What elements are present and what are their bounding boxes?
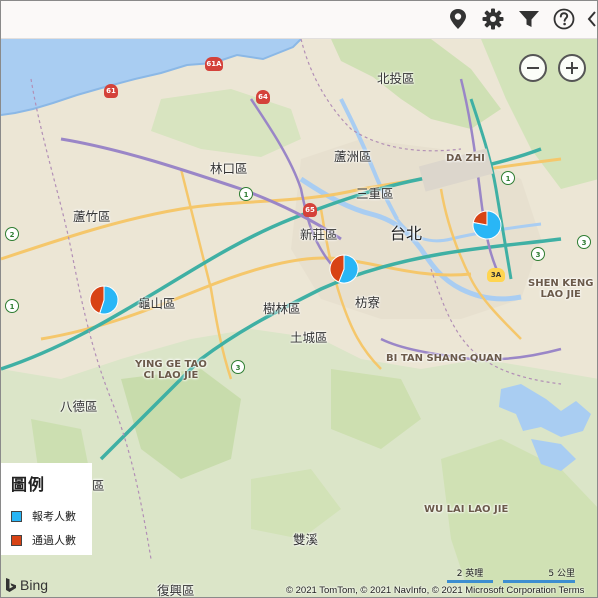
route-shield: 2 xyxy=(5,227,19,241)
place-label: BI TAN SHANG QUAN xyxy=(386,353,503,364)
place-label: 三重區 xyxy=(356,186,394,201)
legend-swatch xyxy=(11,510,22,522)
legend-item-applicants[interactable]: 報考人數 xyxy=(11,504,92,528)
scale-km: 5 公里 xyxy=(503,566,575,583)
route-shield: 3 xyxy=(231,360,245,374)
place-label: 林口區 xyxy=(210,161,248,176)
minus-icon xyxy=(527,67,539,69)
place-label: 八德區 xyxy=(60,399,98,414)
route-shield: 61A xyxy=(205,57,223,71)
route-shield: 3A xyxy=(487,268,505,282)
legend-label: 通過人數 xyxy=(32,534,76,547)
route-shield: 1 xyxy=(501,171,515,185)
route-shield: 1 xyxy=(5,299,19,313)
bing-wordmark: Bing xyxy=(20,577,49,593)
route-shield: 65 xyxy=(303,203,317,217)
copyright-text[interactable]: © 2021 TomTom, © 2021 NavInfo, © 2021 Mi… xyxy=(286,585,584,596)
filter-icon[interactable] xyxy=(517,7,541,31)
place-label: 復興區 xyxy=(157,583,195,598)
place-label: 土城區 xyxy=(290,330,328,345)
route-shield: 3 xyxy=(531,247,545,261)
place-label: WU LAI LAO JIE xyxy=(424,504,509,515)
zoom-out-button[interactable] xyxy=(519,54,547,82)
place-label: 新莊區 xyxy=(300,227,338,242)
legend-item-passed[interactable]: 通過人數 xyxy=(11,528,92,552)
place-label: 樹林區 xyxy=(263,301,301,316)
place-label: DA ZHI xyxy=(446,153,485,164)
map-canvas[interactable]: 北投區 蘆洲區 林口區 三重區 DA ZHI 台北 新莊區 蘆竹區 龜山區 樹林… xyxy=(1,39,597,598)
place-label: 枋寮 xyxy=(355,295,381,310)
plus-icon xyxy=(566,62,578,74)
place-label: 龜山區 xyxy=(138,296,176,311)
map-pin-icon[interactable] xyxy=(446,7,470,31)
place-label: 區 xyxy=(92,478,105,493)
map-visual: 北投區 蘆洲區 林口區 三重區 DA ZHI 台北 新莊區 蘆竹區 龜山區 樹林… xyxy=(0,0,598,598)
legend-label: 報考人數 xyxy=(32,510,76,523)
place-label: 雙溪 xyxy=(293,532,319,547)
place-label: YING GE TAO CI LAO JIE xyxy=(135,359,207,381)
place-label: 蘆洲區 xyxy=(334,149,372,164)
visual-toolbar xyxy=(1,1,597,39)
gear-icon[interactable] xyxy=(481,7,505,31)
scale-label: 5 公里 xyxy=(548,569,575,579)
legend-title: 圖例 xyxy=(11,475,46,494)
route-shield: 64 xyxy=(256,90,270,104)
scale-label: 2 英哩 xyxy=(456,569,484,579)
bing-icon xyxy=(6,578,16,592)
pie-marker-taipei[interactable] xyxy=(471,209,503,241)
scale-bar xyxy=(447,580,493,583)
more-icon[interactable] xyxy=(587,10,597,28)
bing-logo[interactable]: Bing xyxy=(5,577,48,593)
help-icon[interactable] xyxy=(552,7,576,31)
place-label: 北投區 xyxy=(377,71,415,86)
zoom-in-button[interactable] xyxy=(558,54,586,82)
place-label: SHEN KENG LAO JIE xyxy=(528,278,594,300)
place-label: 台北 xyxy=(390,224,423,243)
pie-marker-taoyuan[interactable] xyxy=(88,284,120,316)
route-shield: 61 xyxy=(104,84,118,98)
legend-swatch xyxy=(11,534,22,546)
map-legend: 圖例 報考人數 通過人數 xyxy=(1,463,92,555)
pie-marker-xinzhuang[interactable] xyxy=(328,253,360,285)
scale-bar xyxy=(503,580,575,583)
pie-slice[interactable] xyxy=(472,210,488,226)
route-shield: 3 xyxy=(577,235,591,249)
route-shield: 1 xyxy=(239,187,253,201)
scale-miles: 2 英哩 xyxy=(447,566,493,583)
place-label: 蘆竹區 xyxy=(73,209,111,224)
